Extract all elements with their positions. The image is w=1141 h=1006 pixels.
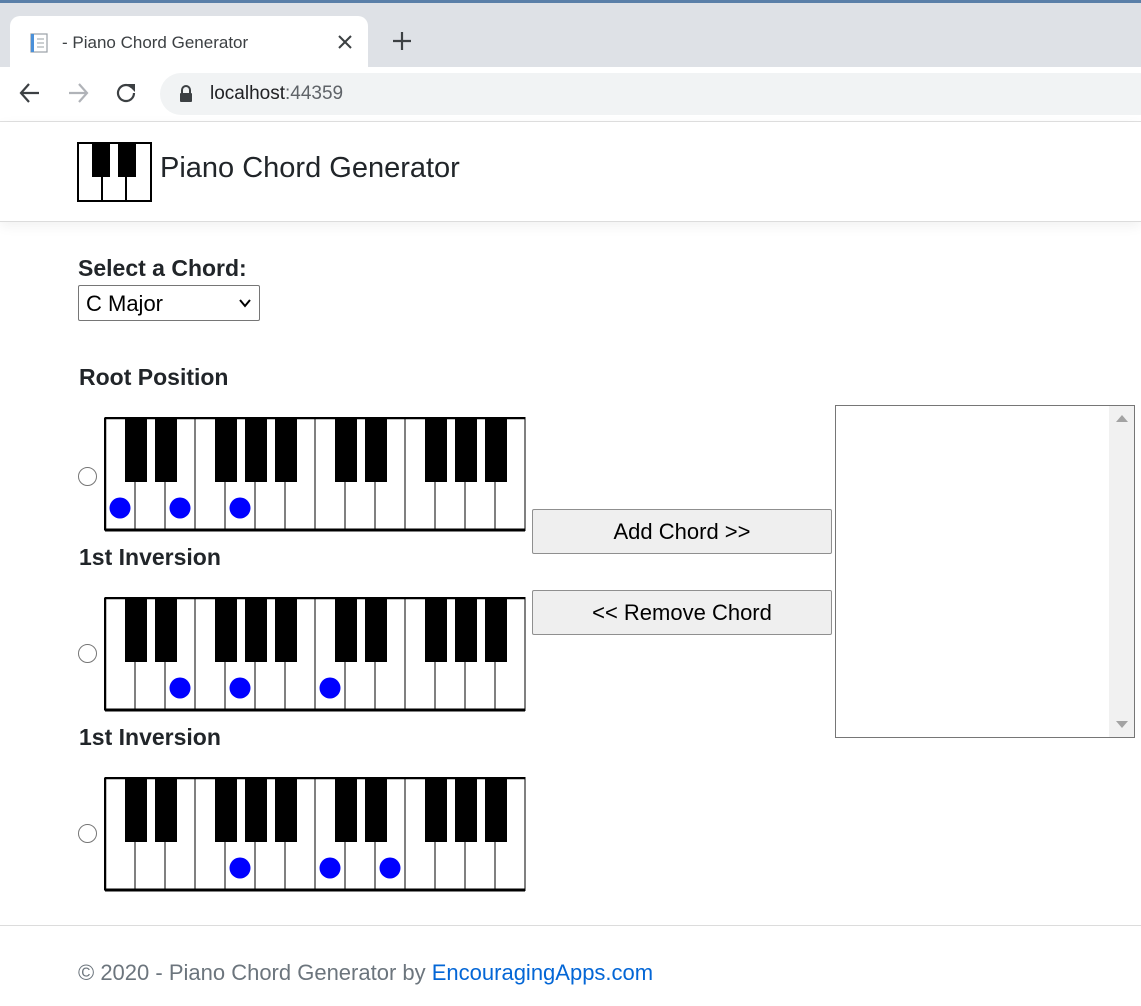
piano-keyboard: [104, 777, 526, 892]
site-title[interactable]: Piano Chord Generator: [160, 152, 460, 185]
tab-strip: - Piano Chord Generator: [0, 3, 1141, 70]
position-heading: Root Position: [79, 364, 229, 390]
piano-keyboard: [104, 417, 526, 532]
browser-toolbar: localhost:44359: [0, 67, 1141, 121]
black-key: [215, 778, 237, 842]
position-radio[interactable]: [78, 644, 97, 663]
listbox-scrollbar[interactable]: [1109, 406, 1134, 737]
position-heading: 1st Inversion: [79, 544, 221, 570]
black-key: [485, 778, 507, 842]
footer-copyright: © 2020 - Piano Chord Generator by: [78, 960, 432, 985]
position-heading: 1st Inversion: [79, 724, 221, 750]
browser-tab[interactable]: - Piano Chord Generator: [10, 16, 368, 70]
close-icon[interactable]: [334, 31, 356, 53]
black-key: [485, 418, 507, 482]
black-key: [125, 418, 147, 482]
black-key: [335, 418, 357, 482]
black-key: [455, 418, 477, 482]
add-chord-button[interactable]: Add Chord >>: [532, 509, 832, 554]
note-dot: [229, 677, 251, 699]
url-port: :44359: [285, 83, 344, 104]
black-key: [335, 778, 357, 842]
remove-chord-button[interactable]: << Remove Chord: [532, 590, 832, 635]
black-key: [155, 778, 177, 842]
note-dot: [109, 497, 131, 519]
black-key: [425, 598, 447, 662]
black-key: [275, 778, 297, 842]
back-arrow-icon[interactable]: [17, 80, 43, 106]
black-key: [425, 778, 447, 842]
footer-text: © 2020 - Piano Chord Generator by Encour…: [78, 960, 653, 986]
url-host: localhost: [210, 83, 285, 104]
black-key: [455, 598, 477, 662]
page-icon: [30, 33, 48, 53]
black-key: [245, 778, 267, 842]
reload-icon[interactable]: [113, 80, 139, 106]
black-key: [245, 418, 267, 482]
address-bar[interactable]: localhost:44359: [160, 73, 1141, 115]
url-text: localhost:44359: [210, 83, 343, 105]
black-key: [125, 598, 147, 662]
black-key: [365, 778, 387, 842]
black-key: [485, 598, 507, 662]
scroll-up-arrow-icon[interactable]: [1116, 415, 1128, 422]
black-key: [155, 598, 177, 662]
piano-logo-icon[interactable]: [77, 142, 152, 202]
note-dot: [229, 857, 251, 879]
footer-link[interactable]: EncouragingApps.com: [432, 960, 653, 985]
forward-arrow-icon[interactable]: [65, 80, 91, 106]
chord-select[interactable]: C Major: [78, 285, 260, 321]
black-key: [215, 598, 237, 662]
black-key: [335, 598, 357, 662]
note-dot: [379, 857, 401, 879]
note-dot: [169, 677, 191, 699]
lock-icon: [180, 85, 192, 102]
select-chord-label: Select a Chord:: [78, 255, 247, 281]
black-key: [245, 598, 267, 662]
black-key: [275, 598, 297, 662]
black-key: [125, 778, 147, 842]
black-key: [455, 778, 477, 842]
piano-keyboard: [104, 597, 526, 712]
new-tab-icon[interactable]: [388, 27, 416, 55]
site-header: Piano Chord Generator: [0, 122, 1141, 222]
chevron-down-icon: [239, 299, 251, 308]
black-key: [155, 418, 177, 482]
note-dot: [319, 677, 341, 699]
chord-select-value: C Major: [86, 291, 164, 316]
site-footer: © 2020 - Piano Chord Generator by Encour…: [0, 925, 1141, 1006]
black-key: [215, 418, 237, 482]
note-dot: [169, 497, 191, 519]
note-dot: [229, 497, 251, 519]
black-key: [365, 418, 387, 482]
note-dot: [319, 857, 341, 879]
black-key: [365, 598, 387, 662]
tab-title: - Piano Chord Generator: [62, 33, 249, 52]
scroll-down-arrow-icon[interactable]: [1116, 721, 1128, 728]
black-key: [275, 418, 297, 482]
position-radio[interactable]: [78, 824, 97, 843]
selected-chords-listbox[interactable]: [835, 405, 1135, 738]
black-key: [425, 418, 447, 482]
position-radio[interactable]: [78, 467, 97, 486]
